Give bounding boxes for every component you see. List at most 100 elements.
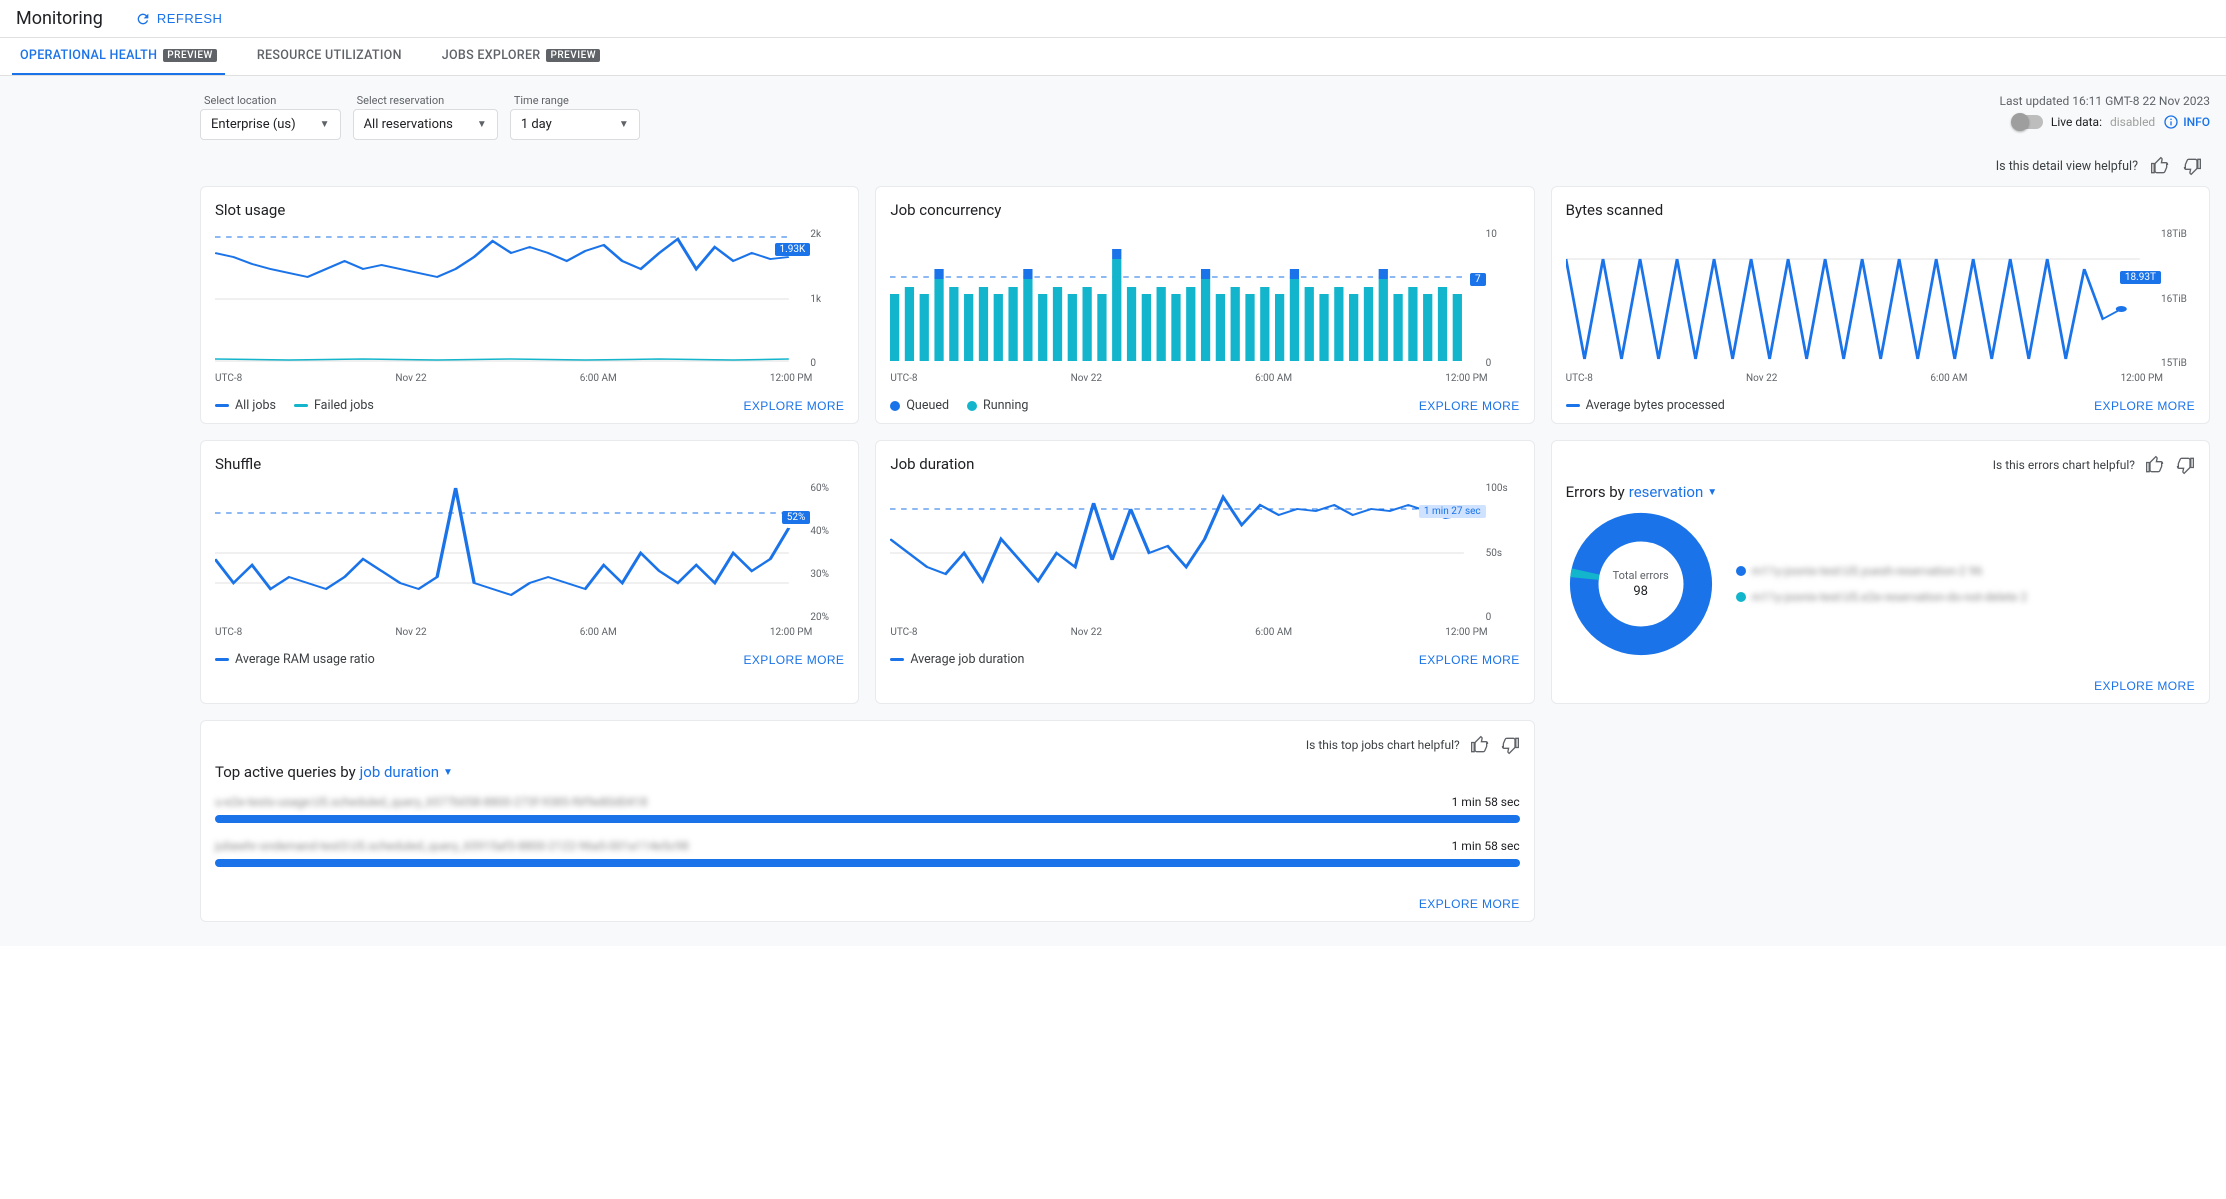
refresh-label: REFRESH: [157, 11, 223, 26]
query-value: 1 min 58 sec: [1452, 839, 1520, 853]
value-badge: 1 min 27 sec: [1419, 505, 1486, 518]
top-dimension-dropdown[interactable]: job duration ▼: [360, 763, 453, 781]
main-content: Is this detail view helpful? Slot usage …: [0, 152, 2226, 946]
card-title: Job concurrency: [890, 201, 1519, 219]
chevron-down-icon: ▼: [477, 119, 487, 130]
y-axis: 18TiB 16TiB 15TiB: [2161, 229, 2195, 369]
tab-jobs-explorer[interactable]: JOBS EXPLORER PREVIEW: [434, 38, 608, 75]
explore-more-button[interactable]: EXPLORE MORE: [744, 653, 845, 667]
tab-operational-health[interactable]: OPERATIONAL HEALTH PREVIEW: [12, 38, 225, 75]
tab-bar: OPERATIONAL HEALTH PREVIEW RESOURCE UTIL…: [0, 38, 2226, 76]
errors-donut-chart: Total errors 98 m11y-joonix-test:US.yues…: [1566, 509, 2195, 659]
reservation-select[interactable]: All reservations ▼: [353, 109, 498, 140]
info-label: INFO: [2183, 115, 2210, 129]
explore-more-button[interactable]: EXPLORE MORE: [1419, 897, 1520, 911]
reservation-select-wrap: Select reservation All reservations ▼: [353, 94, 498, 140]
job-duration-chart: 100s 50s 0 1 min 27 sec: [890, 483, 1519, 623]
top-feedback-bar: Is this top jobs chart helpful?: [215, 735, 1520, 755]
top-queries-card: Is this top jobs chart helpful? Top acti…: [200, 720, 1535, 922]
refresh-button[interactable]: REFRESH: [135, 11, 223, 27]
location-select[interactable]: Enterprise (us) ▼: [200, 109, 341, 140]
timerange-select[interactable]: 1 day ▼: [510, 109, 640, 140]
y-axis: 60% 40% 30% 20%: [810, 483, 844, 623]
query-bar: [215, 815, 1520, 823]
x-axis: UTC-8 Nov 22 6:00 AM 12:00 PM: [215, 627, 844, 638]
job-duration-card: Job duration 100s 50s 0 1 min 27 sec UTC…: [875, 440, 1534, 704]
value-badge: 18.93T: [2120, 271, 2161, 284]
preview-badge: PREVIEW: [546, 49, 600, 62]
card-title: Shuffle: [215, 455, 844, 473]
chevron-down-icon: ▼: [619, 119, 629, 130]
live-data-row: Live data: disabled INFO: [2013, 114, 2210, 130]
feedback-text: Is this detail view helpful?: [1996, 159, 2138, 174]
thumb-up-icon[interactable]: [1470, 735, 1490, 755]
feedback-text: Is this errors chart helpful?: [1993, 458, 2135, 472]
legend: Average job duration: [890, 652, 1024, 667]
errors-dimension-dropdown[interactable]: reservation ▼: [1629, 483, 1717, 501]
info-button[interactable]: INFO: [2163, 114, 2210, 130]
shuffle-chart: 60% 40% 30% 20% 52%: [215, 483, 844, 623]
select-value: 1 day: [521, 117, 552, 132]
value-badge: 1.93K: [775, 243, 811, 256]
query-bar: [215, 859, 1520, 867]
job-concurrency-chart: 10 0 7: [890, 229, 1519, 369]
select-value: Enterprise (us): [211, 117, 296, 132]
last-updated-text: Last updated 16:11 GMT-8 22 Nov 2023: [2000, 94, 2211, 108]
thumb-up-icon[interactable]: [2150, 156, 2170, 176]
select-label: Select location: [204, 94, 341, 107]
live-data-toggle[interactable]: [2013, 115, 2043, 129]
slot-usage-chart: 2k 1k 0 1.93K: [215, 229, 844, 369]
x-axis: UTC-8 Nov 22 6:00 AM 12:00 PM: [1566, 373, 2195, 384]
explore-more-button[interactable]: EXPLORE MORE: [744, 399, 845, 413]
chevron-down-icon: ▼: [1707, 487, 1717, 498]
job-concurrency-card: Job concurrency 10 0 7 UTC: [875, 186, 1534, 424]
value-badge: 7: [1470, 273, 1486, 286]
explore-more-button[interactable]: EXPLORE MORE: [1419, 653, 1520, 667]
status-area: Last updated 16:11 GMT-8 22 Nov 2023 Liv…: [2000, 94, 2211, 130]
card-title: Slot usage: [215, 201, 844, 219]
donut-center-value: 98: [1613, 584, 1669, 599]
errors-card: Is this errors chart helpful? Errors by …: [1551, 440, 2210, 704]
feedback-text: Is this top jobs chart helpful?: [1306, 738, 1460, 752]
y-axis: 10 0: [1486, 229, 1520, 369]
errors-title: Errors by reservation ▼: [1566, 483, 2195, 501]
y-axis: 2k 1k 0: [810, 229, 844, 369]
select-label: Time range: [514, 94, 640, 107]
explore-more-button[interactable]: EXPLORE MORE: [2094, 679, 2195, 693]
tab-label: RESOURCE UTILIZATION: [257, 48, 402, 63]
legend: Average bytes processed: [1566, 398, 1725, 413]
select-value: All reservations: [364, 117, 453, 132]
query-name: juliawhr-ondemand-test3:US.scheduled_que…: [215, 839, 689, 853]
top-queries-title: Top active queries by job duration ▼: [215, 763, 1520, 781]
thumb-down-icon[interactable]: [2182, 156, 2202, 176]
thumb-up-icon[interactable]: [2145, 455, 2165, 475]
y-axis: 100s 50s 0: [1486, 483, 1520, 623]
live-data-state: disabled: [2110, 115, 2155, 129]
shuffle-card: Shuffle 60% 40% 30% 20% 52% UTC-8 N: [200, 440, 859, 704]
bytes-scanned-chart: 18TiB 16TiB 15TiB 18.93T: [1566, 229, 2195, 369]
legend: Average RAM usage ratio: [215, 652, 375, 667]
thumb-down-icon[interactable]: [1500, 735, 1520, 755]
controls-row: Select location Enterprise (us) ▼ Select…: [0, 76, 2226, 152]
explore-more-button[interactable]: EXPLORE MORE: [1419, 399, 1520, 413]
location-select-wrap: Select location Enterprise (us) ▼: [200, 94, 341, 140]
card-title: Job duration: [890, 455, 1519, 473]
page-title: Monitoring: [16, 8, 103, 29]
thumb-down-icon[interactable]: [2175, 455, 2195, 475]
explore-more-button[interactable]: EXPLORE MORE: [2094, 399, 2195, 413]
card-grid: Slot usage 2k 1k 0 1.93K UTC-8 Nov: [200, 186, 2210, 922]
preview-badge: PREVIEW: [163, 49, 217, 62]
query-row: u-e2e-tests-usage:US.scheduled_query_657…: [215, 795, 1520, 823]
select-label: Select reservation: [357, 94, 498, 107]
donut-center-label: Total errors: [1613, 569, 1669, 582]
timerange-select-wrap: Time range 1 day ▼: [510, 94, 640, 140]
detail-feedback-bar: Is this detail view helpful?: [200, 152, 2210, 186]
x-axis: UTC-8 Nov 22 6:00 AM 12:00 PM: [890, 627, 1519, 638]
bytes-scanned-card: Bytes scanned 18TiB 16TiB 15TiB 18.93T U…: [1551, 186, 2210, 424]
legend: All jobs Failed jobs: [215, 398, 374, 413]
card-title: Bytes scanned: [1566, 201, 2195, 219]
donut-legend: m11y-joonix-test:US.yuesh-reservation-2 …: [1736, 564, 2028, 604]
legend: Queued Running: [890, 398, 1028, 413]
slot-usage-card: Slot usage 2k 1k 0 1.93K UTC-8 Nov: [200, 186, 859, 424]
tab-resource-utilization[interactable]: RESOURCE UTILIZATION: [249, 38, 410, 75]
